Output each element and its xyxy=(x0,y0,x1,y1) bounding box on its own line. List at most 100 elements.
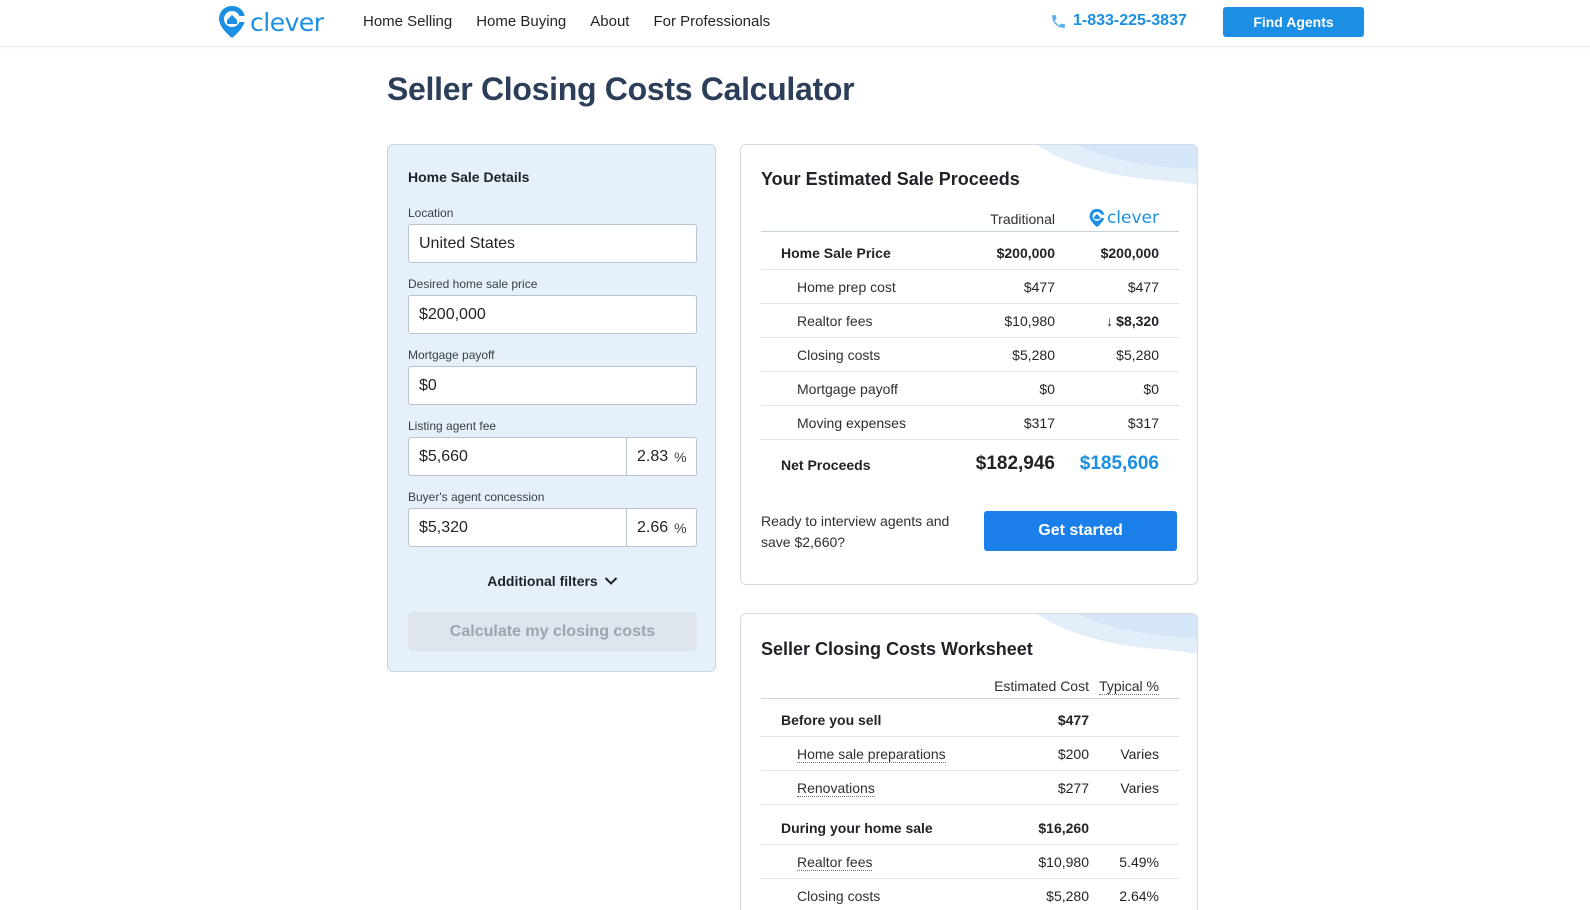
col-clever: clever xyxy=(1089,207,1159,229)
col-typical-percent[interactable]: Typical % xyxy=(1099,678,1159,695)
proceeds-row-traditional: $477 xyxy=(1023,279,1055,295)
sale-proceeds-card: Your Estimated Sale Proceeds Traditional… xyxy=(740,144,1198,585)
clever-logo[interactable]: clever xyxy=(218,4,324,40)
get-started-button[interactable]: Get started xyxy=(984,511,1177,551)
phone-number: 1-833-225-3837 xyxy=(1073,12,1187,29)
proceeds-row-label: Realtor fees xyxy=(797,313,873,329)
additional-filters-toggle[interactable]: Additional filters xyxy=(388,573,717,589)
phone-icon xyxy=(1052,14,1065,28)
listing-fee-label: Listing agent fee xyxy=(408,419,497,433)
proceeds-row-label: Closing costs xyxy=(797,347,881,363)
worksheet-estimated-cost: $200 xyxy=(1057,746,1089,762)
chevron-down-icon xyxy=(604,577,617,585)
proceeds-row: Closing costs $5,280 $5,280 xyxy=(761,338,1179,372)
proceeds-row-label: Moving expenses xyxy=(797,415,906,431)
worksheet-section-row: During your home sale $16,260 xyxy=(761,811,1179,845)
brand-name: clever xyxy=(250,7,324,37)
proceeds-row-clever: $0 xyxy=(1143,381,1159,397)
proceeds-row-label: Home prep cost xyxy=(797,279,896,295)
proceeds-row-clever-value: $8,320 xyxy=(1116,313,1159,329)
nav-for-professionals[interactable]: For Professionals xyxy=(653,13,770,30)
mortgage-value: $0 xyxy=(419,376,437,394)
net-proceeds-row: Net Proceeds $182,946 $185,606 xyxy=(761,441,1179,491)
buyer-concession-pct: 2.66 xyxy=(637,518,669,536)
worksheet-estimated-cost: $10,980 xyxy=(1038,854,1089,870)
worksheet-row: Closing costs $5,280 2.64% xyxy=(761,879,1179,910)
listing-fee-pct: 2.83 xyxy=(637,447,669,465)
proceeds-row-clever-value: $5,280 xyxy=(1116,347,1159,363)
proceeds-row: Home Sale Price $200,000 $200,000 xyxy=(761,236,1179,270)
proceeds-row-label: Mortgage payoff xyxy=(797,381,898,397)
decorative-wave xyxy=(1037,145,1197,185)
nav-about[interactable]: About xyxy=(590,13,629,30)
buyer-concession-amount-input[interactable]: $5,320 xyxy=(408,508,627,547)
net-proceeds-label: Net Proceeds xyxy=(781,457,871,473)
proceeds-row-traditional: $0 xyxy=(1039,381,1055,397)
worksheet-item-label[interactable]: Renovations xyxy=(797,780,875,797)
location-value: United States xyxy=(419,234,516,252)
proceeds-row-clever-value: $477 xyxy=(1127,279,1159,295)
worksheet-row: Renovations $277 Varies xyxy=(761,771,1179,805)
buyer-concession-value: $5,320 xyxy=(419,518,468,536)
worksheet-typical-percent: 5.49% xyxy=(1119,854,1159,870)
worksheet-row: Realtor fees $10,980 5.49% xyxy=(761,845,1179,879)
page-title: Seller Closing Costs Calculator xyxy=(387,71,855,107)
proceeds-row: Mortgage payoff $0 $0 xyxy=(761,372,1179,406)
additional-filters-label: Additional filters xyxy=(487,573,598,589)
mortgage-label: Mortgage payoff xyxy=(408,348,495,362)
arrow-down-icon: ↓ xyxy=(1106,313,1114,329)
nav-home-selling[interactable]: Home Selling xyxy=(363,13,452,30)
nav-home-buying[interactable]: Home Buying xyxy=(476,13,566,30)
proceeds-row-clever: $477 xyxy=(1128,279,1159,295)
proceeds-row-traditional: $200,000 xyxy=(996,245,1055,261)
proceeds-row-clever-value: $0 xyxy=(1143,381,1159,397)
find-agents-button[interactable]: Find Agents xyxy=(1223,7,1364,37)
percent-sign: % xyxy=(674,519,687,536)
proceeds-title: Your Estimated Sale Proceeds xyxy=(761,169,1020,189)
phone-link[interactable]: 1-833-225-3837 xyxy=(1050,12,1187,30)
proceeds-table-header: Traditional clever xyxy=(761,207,1179,232)
worksheet-card: Seller Closing Costs Worksheet Estimated… xyxy=(740,613,1198,910)
decorative-wave xyxy=(1037,614,1197,654)
listing-fee-amount-input[interactable]: $5,660 xyxy=(408,437,627,476)
worksheet-row: Home sale preparations $200 Varies xyxy=(761,737,1179,771)
proceeds-row: Moving expenses $317 $317 xyxy=(761,406,1179,440)
worksheet-estimated-cost: $477 xyxy=(1057,712,1089,728)
net-proceeds-traditional: $182,946 xyxy=(975,453,1055,474)
col-clever-label: clever xyxy=(1106,208,1159,228)
proceeds-row-clever: $317 xyxy=(1128,415,1159,431)
top-navigation-bar: clever Home Selling Home Buying About Fo… xyxy=(0,0,1590,47)
proceeds-row-clever-value: $317 xyxy=(1127,415,1159,431)
proceeds-row-clever: $200,000 xyxy=(1101,245,1159,261)
percent-sign: % xyxy=(674,448,687,465)
location-input[interactable]: United States xyxy=(408,224,697,263)
proceeds-row-label: Home Sale Price xyxy=(781,245,891,261)
worksheet-typical-percent: Varies xyxy=(1120,780,1159,796)
worksheet-estimated-cost: $277 xyxy=(1057,780,1089,796)
worksheet-typical-percent: 2.64% xyxy=(1119,888,1159,904)
col-estimated-cost: Estimated Cost xyxy=(994,678,1089,694)
proceeds-row-traditional: $10,980 xyxy=(1004,313,1055,329)
worksheet-estimated-cost: $16,260 xyxy=(1038,820,1089,836)
col-traditional: Traditional xyxy=(990,211,1055,227)
worksheet-item-label[interactable]: Realtor fees xyxy=(797,854,873,871)
calculate-button[interactable]: Calculate my closing costs xyxy=(408,612,697,651)
worksheet-item-label: Closing costs xyxy=(797,888,881,904)
listing-fee-percent-input[interactable]: 2.83 % xyxy=(627,437,697,476)
proceeds-row: Home prep cost $477 $477 xyxy=(761,270,1179,304)
home-sale-price-input[interactable]: $200,000 xyxy=(408,295,697,334)
worksheet-section-label: Before you sell xyxy=(781,712,882,728)
worksheet-title: Seller Closing Costs Worksheet xyxy=(761,639,1033,659)
price-label: Desired home sale price xyxy=(408,277,538,291)
worksheet-estimated-cost: $5,280 xyxy=(1046,888,1089,904)
proceeds-row: Realtor fees $10,980 ↓ $8,320 xyxy=(761,304,1179,338)
listing-fee-value: $5,660 xyxy=(419,447,468,465)
clever-logo-icon xyxy=(219,6,245,38)
worksheet-typical-percent: Varies xyxy=(1120,746,1159,762)
ready-to-interview-text: Ready to interview agents and save $2,66… xyxy=(761,513,950,550)
mortgage-payoff-input[interactable]: $0 xyxy=(408,366,697,405)
buyer-concession-percent-input[interactable]: 2.66 % xyxy=(627,508,697,547)
price-value: $200,000 xyxy=(419,305,486,323)
proceeds-row-clever: $5,280 xyxy=(1116,347,1159,363)
worksheet-item-label[interactable]: Home sale preparations xyxy=(797,746,946,763)
